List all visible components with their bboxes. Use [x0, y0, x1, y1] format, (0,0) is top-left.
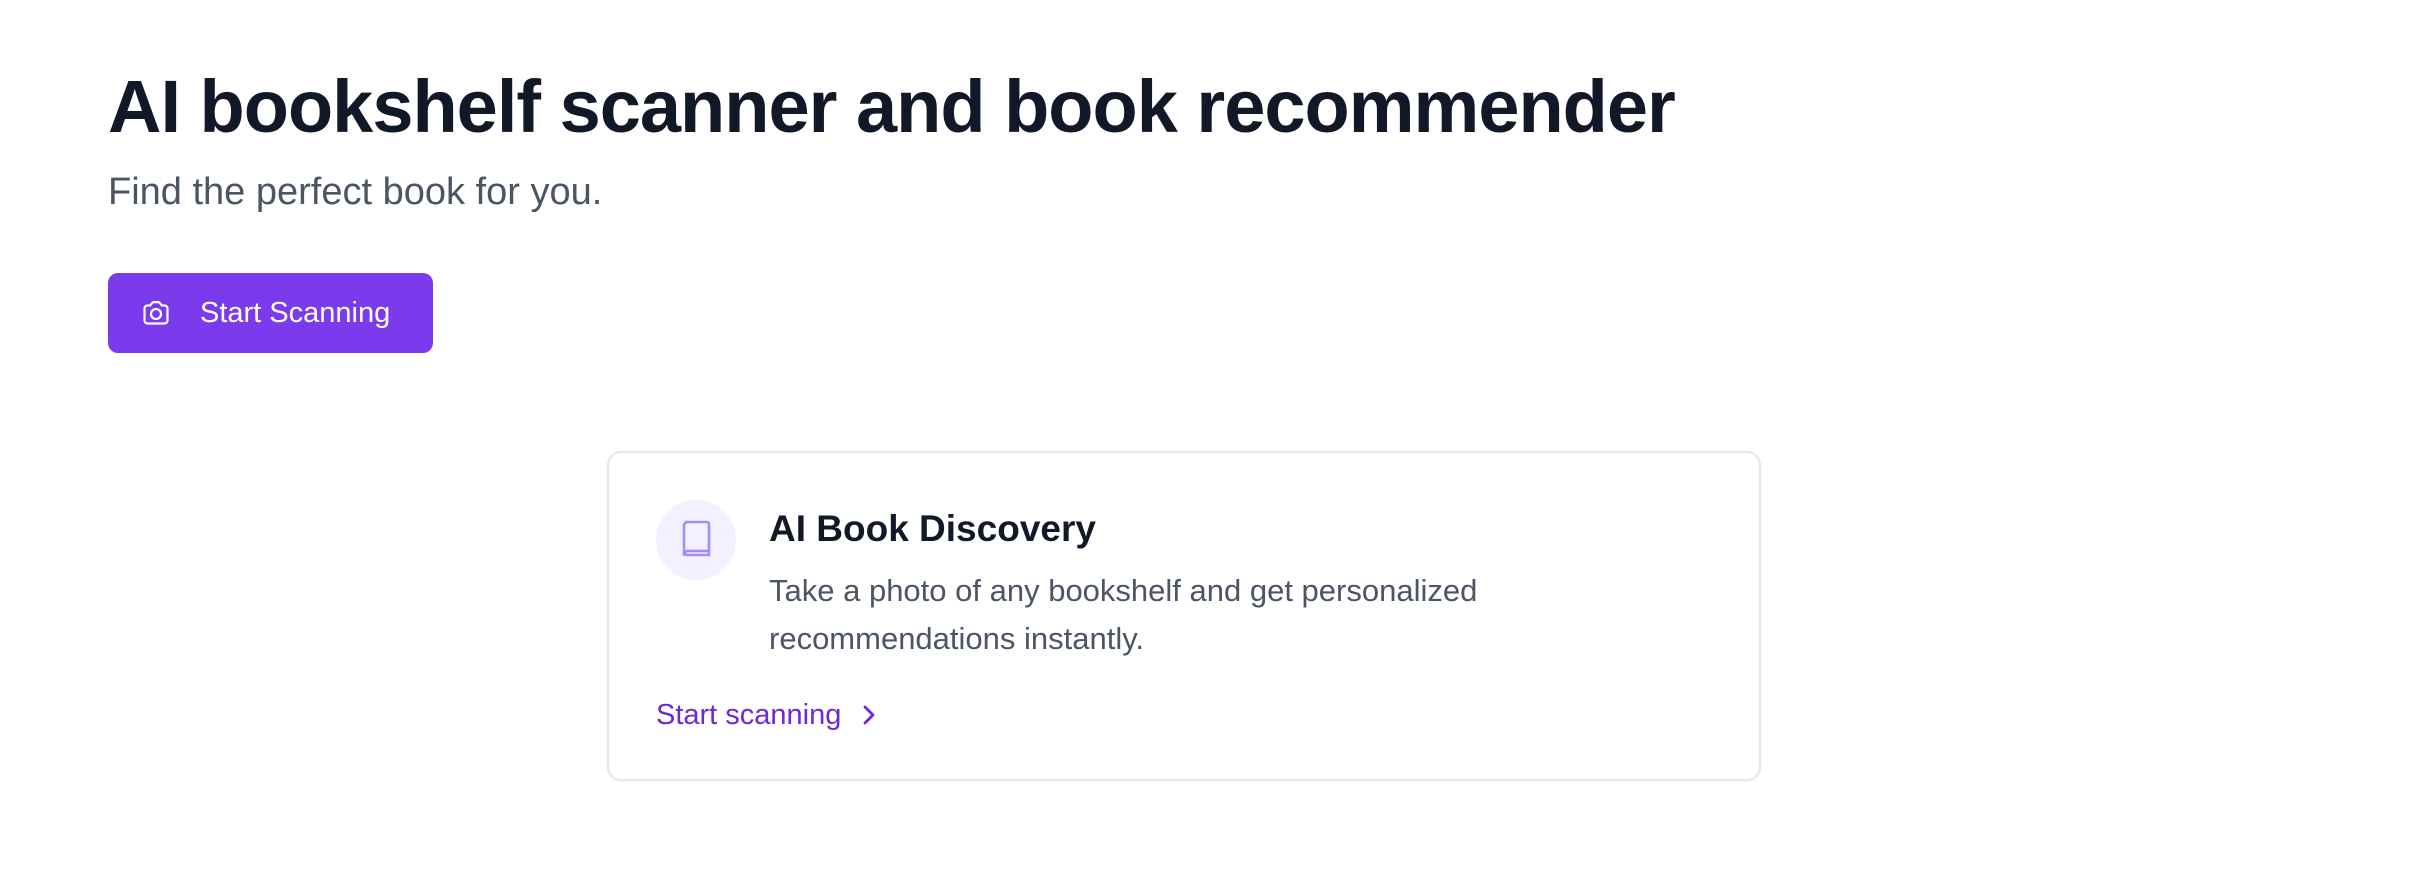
camera-icon — [140, 297, 172, 329]
card-description: Take a photo of any bookshelf and get pe… — [769, 573, 1478, 656]
start-scanning-link[interactable]: Start scanning — [656, 695, 883, 735]
card-title: AI Book Discovery — [769, 508, 1096, 549]
page-title: AI bookshelf scanner and book recommende… — [108, 65, 1676, 148]
start-scanning-button[interactable]: Start Scanning — [108, 273, 433, 353]
ai-book-discovery-card: AI Book Discovery Take a photo of any bo… — [607, 451, 1761, 781]
page-subtitle: Find the perfect book for you. — [108, 171, 603, 213]
hero-section: AI bookshelf scanner and book recommende… — [108, 58, 2008, 218]
book-icon-badge — [656, 500, 736, 580]
start-scanning-link-label: Start scanning — [656, 699, 842, 731]
book-icon — [679, 518, 713, 563]
chevron-right-icon — [855, 701, 883, 729]
card-content: AI Book Discovery Take a photo of any bo… — [769, 505, 1589, 663]
start-scanning-button-label: Start Scanning — [200, 297, 391, 329]
